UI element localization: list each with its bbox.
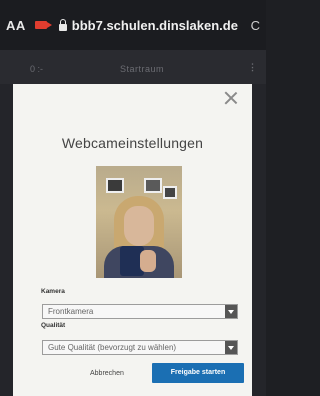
quality-select-value: Gute Qualität (bevorzugt zu wählen) [48,343,177,352]
url-field[interactable]: bbb7.schulen.dinslaken.de [72,18,238,33]
wall-picture [144,178,162,193]
wall-picture [106,178,124,193]
wall-picture [163,186,177,199]
browser-address-bar: AA bbb7.schulen.dinslaken.de C [0,0,266,50]
camera-label: Kamera [41,288,65,295]
hand [140,250,156,272]
webcam-preview [96,166,182,278]
cancel-button[interactable]: Abbrechen [90,370,124,377]
page-header-dimmed: 0 :- Startraum ⋮ [0,50,266,84]
text-size-button[interactable]: AA [6,18,26,33]
quality-label: Qualität [41,322,66,329]
person-face [124,206,154,246]
camera-select[interactable]: Frontkamera [42,304,238,319]
reload-icon[interactable]: C [251,18,260,33]
room-title: Startraum [120,64,165,74]
backdrop-right [252,84,266,396]
chevron-down-icon [225,341,237,354]
chevron-down-icon [225,305,237,318]
camera-select-value: Frontkamera [48,307,94,316]
lock-icon [58,18,67,31]
camera-recording-icon [34,21,52,29]
start-sharing-button[interactable]: Freigabe starten [152,363,244,383]
backdrop-left [0,84,13,396]
page-header-left: 0 :- [30,64,44,74]
modal-title: Webcameinstellungen [61,135,204,151]
close-icon[interactable] [223,90,239,106]
quality-select[interactable]: Gute Qualität (bevorzugt zu wählen) [42,340,238,355]
options-icon[interactable]: ⋮ [248,62,257,73]
